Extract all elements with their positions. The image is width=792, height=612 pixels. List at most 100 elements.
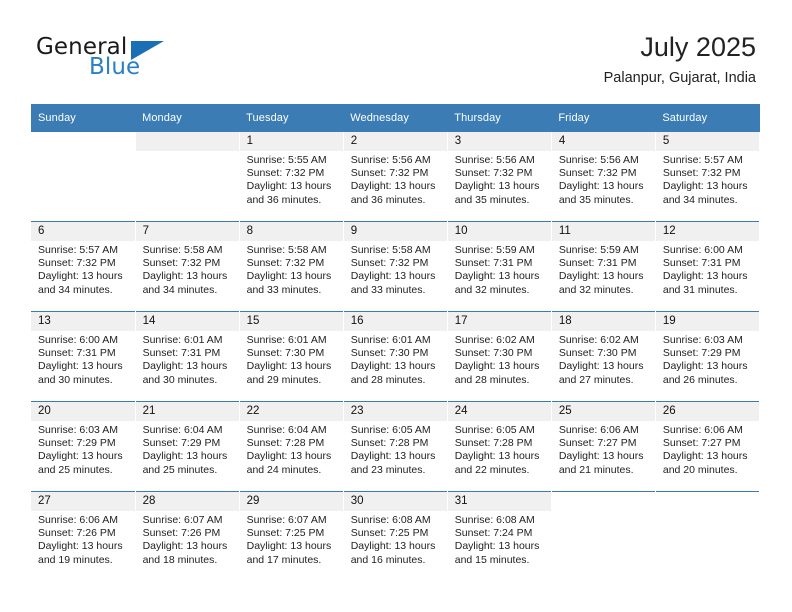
day-details: Sunrise: 6:06 AM Sunset: 7:27 PM Daylight:… [656,421,759,477]
day-cell-content: 30 Sunrise: 6:08 AM Sunset: 7:25 PM Dayligh… [343,492,447,581]
day-details: Sunrise: 6:04 AM Sunset: 7:28 PM Daylight:… [240,421,343,477]
day-cell-content: 25 Sunrise: 6:06 AM Sunset: 7:27 PM Dayligh… [551,402,655,491]
calendar-body: 1 Sunrise: 5:55 AM Sunset: 7:32 PM Daylight… [31,132,761,581]
day-details: Sunrise: 6:02 AM Sunset: 7:30 PM Daylight:… [552,331,655,387]
day-details: Sunrise: 6:04 AM Sunset: 7:29 PM Daylight:… [136,421,239,477]
sunrise-text: Sunrise: 5:58 AM [246,244,327,256]
title-block: July 2025 Palanpur, Gujarat, India [604,30,756,89]
calendar-day-cell[interactable]: 13 Sunrise: 6:00 AM Sunset: 7:31 PM Dayligh… [31,311,136,402]
day-number: 13 [31,312,135,331]
day-details: Sunrise: 6:01 AM Sunset: 7:30 PM Daylight:… [240,331,343,387]
calendar-day-cell[interactable]: 3 Sunrise: 5:56 AM Sunset: 7:32 PM Daylight… [447,132,552,222]
sunset-text: Sunset: 7:32 PM [38,257,116,270]
daylight-text: Daylight: 13 hours and 33 minutes. [350,270,436,296]
day-details: Sunrise: 6:03 AM Sunset: 7:29 PM Daylight:… [31,421,135,477]
calendar-day-cell [655,491,761,581]
calendar-day-cell[interactable]: 10 Sunrise: 5:59 AM Sunset: 7:31 PM Dayligh… [447,221,552,312]
calendar-day-cell[interactable]: 4 Sunrise: 5:56 AM Sunset: 7:32 PM Daylight… [551,132,656,222]
sunset-text: Sunset: 7:31 PM [142,347,221,360]
day-cell-content [31,132,135,221]
calendar-day-cell[interactable]: 22 Sunrise: 6:04 AM Sunset: 7:28 PM Dayligh… [239,401,344,492]
calendar-day-cell[interactable]: 31 Sunrise: 6:08 AM Sunset: 7:24 PM Dayligh… [447,491,552,581]
generalblue-logo[interactable]: General Blue [36,30,266,90]
sunrise-text: Sunrise: 6:05 AM [454,424,535,436]
sunrise-text: Sunrise: 6:07 AM [246,514,327,526]
calendar-day-cell[interactable]: 11 Sunrise: 5:59 AM Sunset: 7:31 PM Dayligh… [551,221,656,312]
calendar-day-cell[interactable]: 2 Sunrise: 5:56 AM Sunset: 7:32 PM Daylight… [343,132,448,222]
calendar-day-cell[interactable]: 27 Sunrise: 6:06 AM Sunset: 7:26 PM Dayligh… [31,491,136,581]
day-cell-content: 11 Sunrise: 5:59 AM Sunset: 7:31 PM Dayligh… [551,222,655,311]
calendar-day-cell[interactable]: 25 Sunrise: 6:06 AM Sunset: 7:27 PM Dayligh… [551,401,656,492]
day-details: Sunrise: 6:01 AM Sunset: 7:31 PM Daylight:… [136,331,239,387]
calendar-day-cell[interactable]: 1 Sunrise: 5:55 AM Sunset: 7:32 PM Daylight… [239,132,344,222]
sunrise-text: Sunrise: 5:59 AM [454,244,535,256]
daylight-text: Daylight: 13 hours and 35 minutes. [558,180,644,206]
daylight-text: Daylight: 13 hours and 22 minutes. [454,450,540,476]
sunrise-text: Sunrise: 6:06 AM [662,424,743,436]
day-number: 25 [551,402,655,421]
page-title: July 2025 [640,32,756,62]
day-cell-content: 19 Sunrise: 6:03 AM Sunset: 7:29 PM Dayligh… [655,312,759,401]
calendar-day-cell[interactable]: 23 Sunrise: 6:05 AM Sunset: 7:28 PM Dayligh… [343,401,448,492]
sunrise-text: Sunrise: 6:01 AM [142,334,223,346]
calendar-day-cell[interactable]: 18 Sunrise: 6:02 AM Sunset: 7:30 PM Dayligh… [551,311,656,402]
sunset-text: Sunset: 7:25 PM [350,527,429,540]
sunset-text: Sunset: 7:29 PM [142,437,221,450]
day-details: Sunrise: 6:06 AM Sunset: 7:27 PM Daylight:… [552,421,655,477]
calendar-day-cell[interactable]: 5 Sunrise: 5:57 AM Sunset: 7:32 PM Daylight… [655,132,761,222]
calendar-day-cell[interactable]: 30 Sunrise: 6:08 AM Sunset: 7:25 PM Dayligh… [343,491,448,581]
sunset-text: Sunset: 7:29 PM [38,437,116,450]
calendar-day-cell[interactable]: 20 Sunrise: 6:03 AM Sunset: 7:29 PM Dayligh… [31,401,136,492]
day-cell-content: 13 Sunrise: 6:00 AM Sunset: 7:31 PM Dayligh… [31,312,135,401]
calendar-day-cell[interactable]: 9 Sunrise: 5:58 AM Sunset: 7:32 PM Daylight… [343,221,448,312]
sunrise-text: Sunrise: 6:03 AM [38,424,118,436]
day-number: 12 [655,222,759,241]
sunset-text: Sunset: 7:28 PM [454,437,533,450]
weekday-header-tuesday: Tuesday [239,104,344,132]
calendar-day-cell[interactable]: 16 Sunrise: 6:01 AM Sunset: 7:30 PM Dayligh… [343,311,448,402]
calendar-day-cell[interactable]: 8 Sunrise: 5:58 AM Sunset: 7:32 PM Daylight… [239,221,344,312]
daylight-text: Daylight: 13 hours and 32 minutes. [558,270,644,296]
calendar-week-row: 13 Sunrise: 6:00 AM Sunset: 7:31 PM Dayligh… [31,311,761,402]
sunrise-text: Sunrise: 5:59 AM [558,244,639,256]
day-cell-content: 28 Sunrise: 6:07 AM Sunset: 7:26 PM Dayligh… [135,492,239,581]
sunset-text: Sunset: 7:32 PM [350,167,429,180]
sunset-text: Sunset: 7:25 PM [246,527,325,540]
day-number: 30 [343,492,447,511]
calendar-day-cell[interactable]: 19 Sunrise: 6:03 AM Sunset: 7:29 PM Dayligh… [655,311,761,402]
day-cell-content: 15 Sunrise: 6:01 AM Sunset: 7:30 PM Dayligh… [239,312,343,401]
calendar-day-cell[interactable]: 21 Sunrise: 6:04 AM Sunset: 7:29 PM Dayligh… [135,401,240,492]
sunset-text: Sunset: 7:31 PM [558,257,637,270]
calendar-day-cell[interactable]: 24 Sunrise: 6:05 AM Sunset: 7:28 PM Dayligh… [447,401,552,492]
calendar-day-cell[interactable]: 7 Sunrise: 5:58 AM Sunset: 7:32 PM Daylight… [135,221,240,312]
day-number: 2 [343,132,447,151]
sunset-text: Sunset: 7:30 PM [350,347,429,360]
calendar-day-cell[interactable]: 29 Sunrise: 6:07 AM Sunset: 7:25 PM Dayligh… [239,491,344,581]
calendar-day-cell[interactable]: 14 Sunrise: 6:01 AM Sunset: 7:31 PM Dayligh… [135,311,240,402]
sunrise-text: Sunrise: 5:56 AM [350,154,431,166]
day-number: 10 [447,222,551,241]
calendar-day-cell [551,491,656,581]
calendar-day-cell[interactable]: 26 Sunrise: 6:06 AM Sunset: 7:27 PM Dayligh… [655,401,761,492]
sunrise-text: Sunrise: 6:02 AM [454,334,535,346]
calendar-head: Sunday Monday Tuesday Wednesday Thursday… [31,104,760,132]
day-details: Sunrise: 5:55 AM Sunset: 7:32 PM Daylight:… [240,151,343,207]
daylight-text: Daylight: 13 hours and 33 minutes. [246,270,332,296]
daylight-text: Daylight: 13 hours and 24 minutes. [246,450,332,476]
calendar-day-cell[interactable]: 17 Sunrise: 6:02 AM Sunset: 7:30 PM Dayligh… [447,311,552,402]
calendar-day-cell[interactable]: 6 Sunrise: 5:57 AM Sunset: 7:32 PM Daylight… [31,221,136,312]
day-cell-content: 9 Sunrise: 5:58 AM Sunset: 7:32 PM Daylight… [343,222,447,311]
day-cell-content: 22 Sunrise: 6:04 AM Sunset: 7:28 PM Dayligh… [239,402,343,491]
day-cell-content: 23 Sunrise: 6:05 AM Sunset: 7:28 PM Dayligh… [343,402,447,491]
logo-text-blue: Blue [89,54,141,80]
daylight-text: Daylight: 13 hours and 27 minutes. [558,360,644,386]
daylight-text: Daylight: 13 hours and 25 minutes. [142,450,228,476]
sunrise-text: Sunrise: 6:02 AM [558,334,639,346]
calendar-day-cell[interactable]: 12 Sunrise: 6:00 AM Sunset: 7:31 PM Dayligh… [655,221,761,312]
day-cell-content: 17 Sunrise: 6:02 AM Sunset: 7:30 PM Dayligh… [447,312,551,401]
calendar-day-cell[interactable]: 28 Sunrise: 6:07 AM Sunset: 7:26 PM Dayligh… [135,491,240,581]
day-number [655,492,759,511]
calendar-day-cell [135,132,240,222]
day-details: Sunrise: 6:06 AM Sunset: 7:26 PM Daylight:… [31,511,135,567]
calendar-day-cell[interactable]: 15 Sunrise: 6:01 AM Sunset: 7:30 PM Dayligh… [239,311,344,402]
